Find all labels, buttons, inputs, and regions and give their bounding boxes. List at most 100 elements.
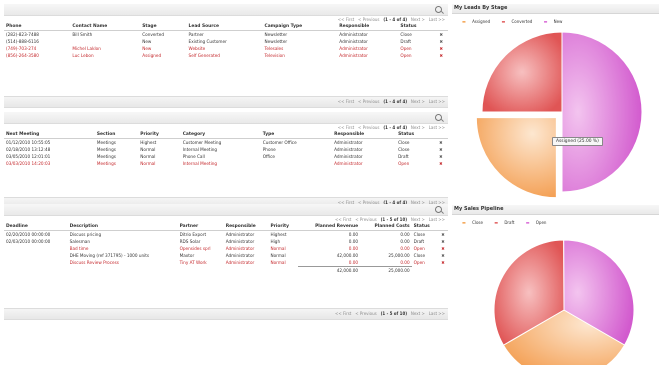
column-header[interactable]: Planned Revenue [298, 223, 361, 231]
leads-pie-chart[interactable] [452, 24, 659, 204]
pager-first-link[interactable]: << First [335, 311, 351, 316]
pager-last-link[interactable]: Last >> [429, 125, 445, 130]
pager-previous-link[interactable]: < Previous [358, 99, 380, 104]
column-header[interactable]: Campaign Type [262, 23, 338, 31]
pager-first-link[interactable]: << First [335, 217, 351, 222]
delete-icon[interactable]: ✖ [434, 139, 448, 147]
column-header[interactable]: Stage [140, 23, 187, 31]
column-header[interactable]: Description [67, 223, 178, 231]
pager-previous-link[interactable]: < Previous [358, 17, 380, 22]
pie-slice-new[interactable] [561, 31, 643, 193]
table-cell: Close [398, 140, 410, 145]
totals-row: 42,000.00 25,000.00 [4, 266, 448, 274]
column-header[interactable]: Phone [4, 23, 71, 31]
table-row[interactable]: (749)-703-274 Michel Laklon New Website Tele… [4, 45, 448, 52]
dashboard-left-column: << First < Previous (1 - 4 of 4) Next > … [4, 4, 448, 364]
table-row[interactable]: 02/18/2010 13:12:48 Meetings Normal Interna… [4, 146, 448, 153]
column-header[interactable]: Status [396, 131, 434, 139]
column-header[interactable]: Planned Costs [360, 223, 412, 231]
column-header[interactable]: Responsible [332, 131, 397, 139]
table-row[interactable]: Bad time Opensides sprl Administrator Norma… [4, 245, 448, 252]
delete-icon[interactable]: ✖ [434, 45, 448, 52]
table-row[interactable]: 03/05/2010 12:01:01 Meetings Normal Phone C… [4, 153, 448, 160]
column-header[interactable]: Priority [138, 131, 181, 139]
table-cell: Newsletter [264, 32, 288, 37]
column-header[interactable]: Partner [177, 223, 224, 231]
table-row[interactable]: 01/12/2010 10:55:05 Meetings Highest Custom… [4, 139, 448, 147]
column-header[interactable]: Type [260, 131, 333, 139]
pager-first-link[interactable]: << First [338, 17, 354, 22]
delete-icon[interactable]: ✖ [434, 160, 448, 167]
search-icon[interactable] [435, 6, 442, 13]
leads-toolbar [4, 4, 448, 16]
pager-last-link[interactable]: Last >> [429, 99, 445, 104]
table-row[interactable]: 02/03/2010 00:00:00 Salesman RDS Solar Admi… [4, 238, 448, 245]
pager-last-link[interactable]: Last >> [429, 17, 445, 22]
delete-icon[interactable]: ✖ [434, 52, 448, 59]
table-row[interactable]: 02/20/2010 00:00:00 Discuss pricing Ditrio… [4, 231, 448, 239]
column-header[interactable]: Responsible [337, 23, 399, 31]
table-cell: Luc Lebon [72, 53, 94, 58]
pager-next-link[interactable]: Next > [411, 311, 425, 316]
table-cell: Draft [398, 154, 409, 159]
table-row[interactable]: Discuss Review Process Tiny AT Work Admini… [4, 259, 448, 267]
table-cell [70, 38, 140, 45]
delete-icon[interactable]: ✖ [438, 252, 448, 259]
table-cell: Opensides sprl [179, 246, 211, 251]
table-row[interactable]: 03/03/2010 14:20:03 Meetings Normal Interna… [4, 160, 448, 167]
delete-icon[interactable]: ✖ [434, 153, 448, 160]
pager-previous-link[interactable]: < Previous [355, 217, 377, 222]
meetings-pager-top: << First < Previous (1 - 4 of 4) Next > … [4, 124, 448, 131]
column-header[interactable] [434, 23, 448, 31]
delete-icon[interactable]: ✖ [438, 231, 448, 239]
pager-first-link[interactable]: << First [338, 99, 354, 104]
pager-next-link[interactable]: Next > [411, 217, 425, 222]
delete-icon[interactable]: ✖ [434, 38, 448, 45]
delete-icon[interactable]: ✖ [438, 259, 448, 267]
column-header[interactable]: Responsible [223, 223, 269, 231]
delete-icon[interactable]: ✖ [438, 238, 448, 245]
pager-first-link[interactable]: << First [338, 125, 354, 130]
column-header[interactable]: Status [398, 23, 435, 31]
pager-last-link[interactable]: Last >> [429, 311, 445, 316]
pager-next-link[interactable]: Next > [411, 125, 425, 130]
delete-icon[interactable]: ✖ [438, 245, 448, 252]
search-icon[interactable] [435, 206, 442, 213]
pager-previous-link[interactable]: < Previous [355, 311, 377, 316]
table-row[interactable]: (514)-888-6116 New Existing Customer Newsle… [4, 38, 448, 45]
table-cell: Close [413, 253, 426, 258]
delete-icon[interactable]: ✖ [434, 31, 448, 39]
column-header[interactable]: Priority [268, 223, 299, 231]
column-header[interactable]: Deadline [4, 223, 68, 231]
total-planned-costs: 25,000.00 [360, 266, 412, 274]
table-cell: (282)-823-7488 [6, 32, 39, 37]
opportunities-pager-top: << First < Previous (1 - 5 of 10) Next >… [4, 216, 448, 223]
column-header[interactable] [438, 223, 448, 231]
pager-last-link[interactable]: Last >> [429, 217, 445, 222]
opportunities-panel: << First < Previous (1 - 5 of 10) Next >… [4, 204, 448, 320]
table-cell: Meetings [96, 147, 116, 152]
column-header[interactable] [433, 131, 448, 139]
table-row[interactable]: (856)-264-3580 Luc Lebon Assigned Self Gene… [4, 52, 448, 59]
table-cell: Administrator [334, 147, 363, 152]
column-header[interactable]: Next Meeting [4, 131, 95, 139]
column-header[interactable]: Status [411, 223, 439, 231]
pie-slice-converted[interactable] [481, 31, 563, 113]
pager-previous-link[interactable]: < Previous [358, 125, 380, 130]
pie-slice-assigned[interactable] [475, 117, 557, 199]
pager-range: (1 - 4 of 4) [383, 99, 408, 104]
delete-icon[interactable]: ✖ [434, 146, 448, 153]
pager-next-link[interactable]: Next > [411, 17, 425, 22]
pipeline-pie-chart[interactable] [452, 225, 659, 365]
column-header[interactable]: Contact Name [70, 23, 141, 31]
pager-next-link[interactable]: Next > [411, 99, 425, 104]
table-cell: 01/12/2010 10:55:05 [6, 140, 51, 145]
table-cell [261, 160, 332, 167]
column-header[interactable]: Section [94, 131, 139, 139]
opportunities-pager-bottom: << First < Previous (1 - 5 of 10) Next >… [4, 308, 448, 320]
table-row[interactable]: (282)-823-7488 Bill Smith Converted Partner… [4, 31, 448, 39]
search-icon[interactable] [435, 114, 442, 121]
table-row[interactable]: DHE Moving (ref 371795) - 1000 units Maxt… [4, 252, 448, 259]
column-header[interactable]: Category [180, 131, 261, 139]
column-header[interactable]: Lead Source [186, 23, 263, 31]
